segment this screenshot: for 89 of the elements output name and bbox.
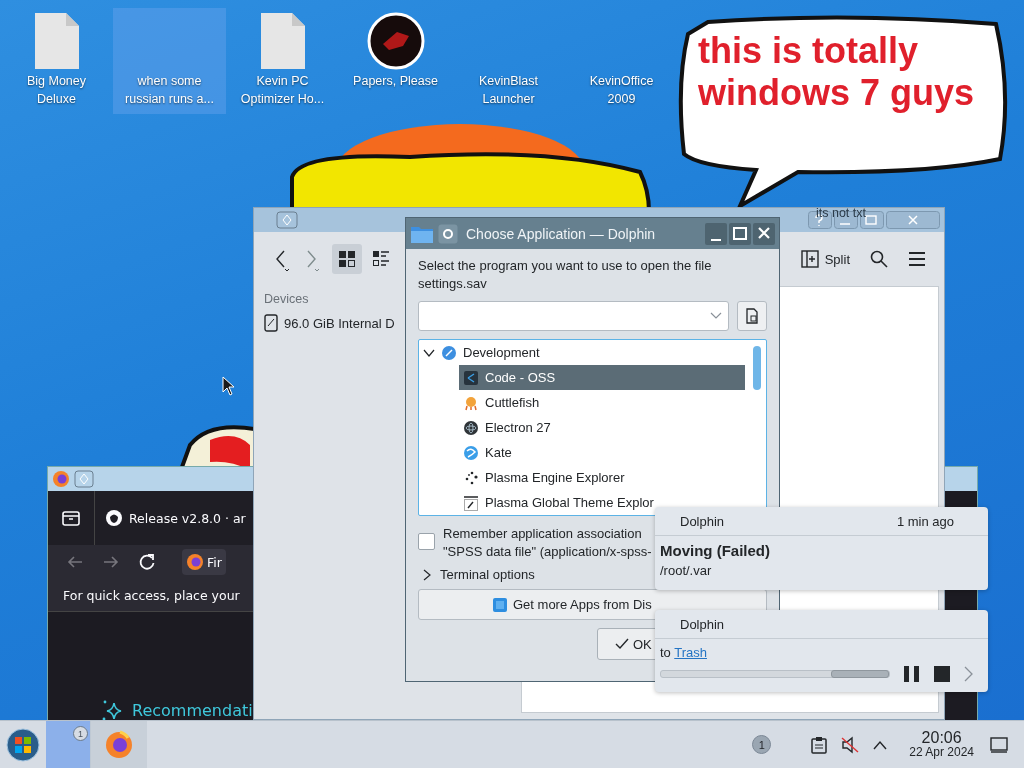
document-icon <box>745 308 759 324</box>
file-icon <box>33 12 80 70</box>
browser-tab[interactable]: Release v2.8.0 · ar <box>95 509 246 527</box>
firefox-icon <box>186 553 204 571</box>
desktop-icon[interactable]: KevinOffice 2009 <box>565 8 678 114</box>
mouse-pointer-icon <box>222 376 235 396</box>
sparkle-icon <box>100 698 124 720</box>
grid-icon <box>338 250 356 268</box>
desktop-icon[interactable]: Kevin PC Optimizer Ho... <box>226 8 339 114</box>
firefox-icon <box>104 729 134 760</box>
pin-icon[interactable] <box>438 223 458 244</box>
icon-label: KevinBlast Launcher <box>477 73 540 108</box>
chevron-right-icon[interactable] <box>964 666 974 682</box>
bookmarks-hint: For quick access, place your <box>48 579 254 612</box>
pause-icon[interactable] <box>904 666 920 682</box>
browse-button[interactable] <box>737 301 767 331</box>
muted-speaker-icon[interactable] <box>841 735 860 754</box>
reload-icon[interactable] <box>138 553 156 571</box>
code-editor-icon <box>463 369 479 386</box>
icons-view-button[interactable] <box>332 244 362 274</box>
places-heading: Devices <box>264 292 310 306</box>
check-icon <box>615 638 629 650</box>
game-icon <box>366 12 425 70</box>
fish-icon <box>463 394 479 411</box>
clock[interactable]: 20:06 22 Apr 2024 <box>909 729 974 760</box>
start-orb-icon[interactable] <box>6 727 40 762</box>
pin-icon[interactable] <box>74 470 94 488</box>
scrollbar-handle[interactable] <box>753 346 761 390</box>
clipboard-icon[interactable] <box>811 735 828 754</box>
menu-icon[interactable] <box>908 251 926 267</box>
recommendations-heading: Recommendati <box>132 700 253 720</box>
notification-app: Dolphin <box>680 513 725 529</box>
tree-item[interactable]: Code - OSS <box>459 365 745 390</box>
icon-label: Papers, Please <box>352 73 439 90</box>
icon-label: Big Money Deluxe <box>25 73 88 108</box>
window-title: its not txt <box>815 206 866 220</box>
icon-label: when some russian runs a... <box>124 73 215 108</box>
notification-count-badge[interactable]: 1 <box>752 735 772 754</box>
desktop-icon[interactable]: Big Money Deluxe <box>0 8 113 114</box>
close-icon[interactable] <box>753 222 775 245</box>
show-desktop-icon[interactable] <box>990 736 1008 753</box>
drive-icon <box>264 314 278 332</box>
firefox-view-button[interactable]: Fir <box>182 549 226 575</box>
dialog-prompt: Select the program you want to use to open the file settings.sav <box>418 257 713 293</box>
icon-label: Kevin PC Optimizer Ho... <box>239 73 326 108</box>
checkbox-label: Remember application association <box>443 525 643 543</box>
desktop-icon[interactable]: KevinBlast Launcher <box>452 8 565 114</box>
caret-up-icon[interactable] <box>873 739 888 750</box>
split-icon <box>800 250 819 268</box>
pager-badge: 1 <box>73 726 88 741</box>
tab-title: Release v2.8.0 · ar <box>129 510 246 526</box>
minimize-icon[interactable] <box>705 222 727 245</box>
split-button[interactable]: Split <box>800 250 850 268</box>
details-view-icon[interactable] <box>372 250 390 268</box>
firefox-icon <box>52 470 70 488</box>
kate-icon <box>463 444 479 461</box>
tree-item[interactable]: Electron 27 <box>459 415 745 440</box>
search-icon[interactable] <box>870 250 888 268</box>
tree-item[interactable]: Plasma Engine Explorer <box>459 465 745 490</box>
bubble-text: this is totally windows 7 guys <box>698 30 976 114</box>
forward-icon[interactable] <box>102 554 120 570</box>
notification-body: /root/.var <box>660 563 713 580</box>
store-icon <box>493 597 507 612</box>
desktop-pager[interactable]: 1 <box>46 721 91 768</box>
tree-item[interactable]: Kate <box>459 440 745 465</box>
firefox-task-button[interactable] <box>91 721 147 768</box>
chevron-right-icon <box>422 568 432 581</box>
atom-icon <box>463 419 479 436</box>
github-icon <box>105 509 123 527</box>
tree-item[interactable]: Plasma Global Theme Explor <box>459 490 745 515</box>
file-icon <box>259 12 306 70</box>
notification-body: to <box>660 645 671 660</box>
maximize-icon[interactable] <box>729 222 751 245</box>
chevron-down-icon <box>710 312 722 320</box>
notification-time: 1 min ago <box>896 513 954 529</box>
globe-icon <box>441 344 457 361</box>
checkbox-label: "SPSS data file" (application/x-spss- <box>443 543 652 561</box>
theme-icon <box>463 494 479 511</box>
icon-label: KevinOffice 2009 <box>588 73 655 108</box>
dots-icon <box>463 469 479 486</box>
tab-list-icon[interactable] <box>61 509 81 527</box>
remember-checkbox[interactable] <box>418 533 435 550</box>
desktop-icon[interactable]: Papers, Please <box>339 8 452 114</box>
dialog-title: Choose Application — Dolphin <box>466 225 657 242</box>
notification-title: Moving (Failed) <box>660 542 771 559</box>
tree-item[interactable]: Cuttlefish <box>459 390 745 415</box>
places-item[interactable]: 96.0 GiB Internal D <box>264 314 395 332</box>
tree-item[interactable]: Development <box>419 340 705 365</box>
pin-icon[interactable] <box>276 211 298 229</box>
